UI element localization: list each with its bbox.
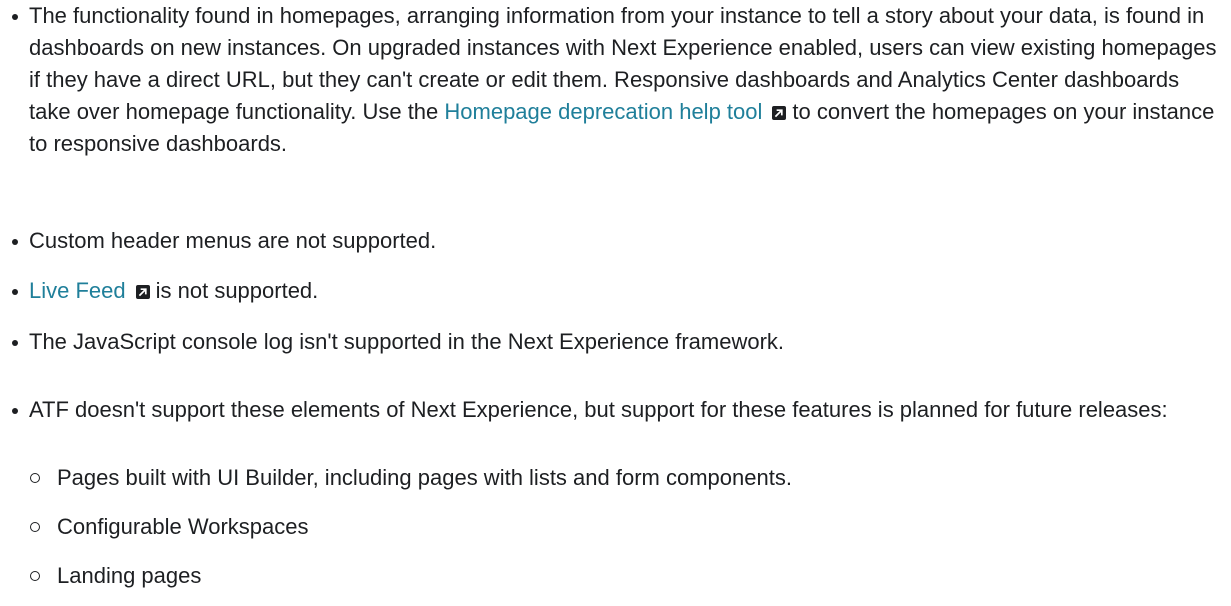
live-feed-link[interactable]: Live Feed xyxy=(29,278,126,303)
list-item-homepages: The functionality found in homepages, ar… xyxy=(0,0,1231,160)
list-item-atf: ATF doesn't support these elements of Ne… xyxy=(0,394,1176,426)
sub-list-item: Landing pages xyxy=(30,560,201,592)
js-console-text: The JavaScript console log isn't support… xyxy=(29,329,785,354)
external-link-icon[interactable] xyxy=(772,106,787,120)
homepage-deprecation-help-tool-link[interactable]: Homepage deprecation help tool xyxy=(444,99,762,124)
sub-list-item: Configurable Workspaces xyxy=(30,511,309,543)
sub-list-item: Pages built with UI Builder, including p… xyxy=(30,462,792,494)
external-link-icon[interactable] xyxy=(135,285,150,299)
atf-text: ATF doesn't support these elements of Ne… xyxy=(29,397,1168,422)
custom-header-text: Custom header menus are not supported. xyxy=(29,228,437,253)
list-item-custom-header: Custom header menus are not supported. xyxy=(0,225,444,257)
list-item-js-console: The JavaScript console log isn't support… xyxy=(0,326,792,358)
list-item-live-feed: Live Feed is not supported. xyxy=(0,275,326,307)
live-feed-text: is not supported. xyxy=(155,278,319,303)
